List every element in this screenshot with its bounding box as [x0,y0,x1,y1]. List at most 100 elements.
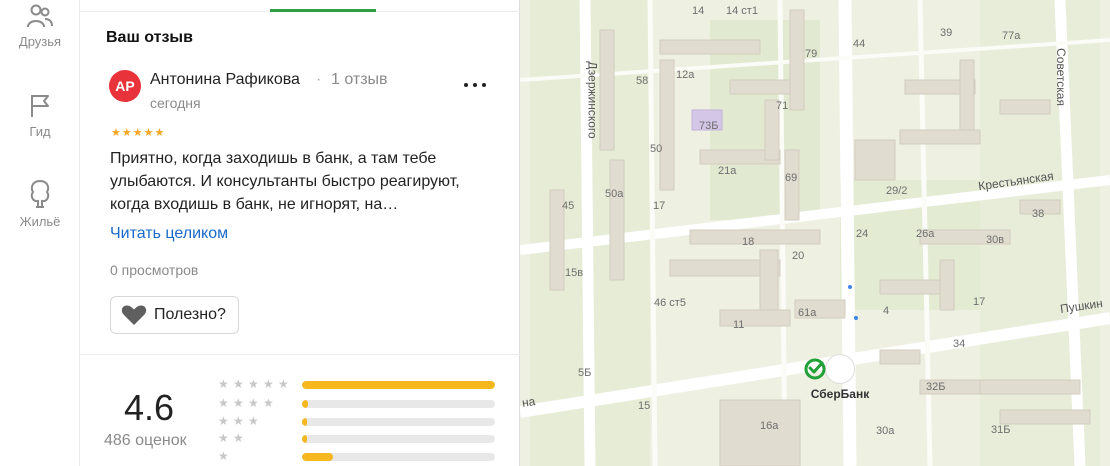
star-icon: ★ [143,127,154,139]
author-review-count: 1 отзыв [331,71,388,88]
useful-label: Полезно? [154,306,226,323]
nav-item-housing[interactable]: Жильё [0,178,80,229]
average-rating: 4.6 [124,387,175,428]
house-number: 79 [805,48,818,60]
house-number: 18 [742,236,755,248]
star-icon: ★ [233,431,244,445]
star-icon: ★ [263,377,274,391]
star-icon: ★ [218,431,229,445]
star-icon: ★ [132,127,143,139]
house-number: 15 [638,400,651,412]
views-count: 0 просмотров [110,262,199,278]
house-number: 58 [636,75,649,87]
sberbank-logo-icon [804,354,855,384]
poi-sberbank[interactable]: СберБанк [800,354,880,401]
house-number: 50а [605,188,624,200]
rating-bar-fill [302,381,495,389]
useful-button[interactable]: Полезно? [110,296,239,334]
house-number: 69 [785,172,798,184]
house-number: 17 [653,200,666,212]
section-title: Ваш отзыв [106,29,193,46]
star-icon: ★ [233,396,244,410]
rating-bar-track [302,400,495,408]
street-label-dzerzhinsky: Дзержинского [585,61,600,139]
street-label-partial: на [521,394,537,410]
left-nav: Друзья Гид Жильё [0,0,80,466]
nav-item-friends[interactable]: Друзья [0,2,80,49]
more-options-button[interactable] [464,78,488,90]
house-number: 32Б [926,381,946,393]
review-star-rating: ★ ★ ★ ★ ★ [111,127,164,139]
nav-label-guide: Гид [29,124,51,139]
rating-bar-stars: ★ ★ ★ ★ [218,396,298,410]
house-number: 30а [876,425,895,437]
review-text: Приятно, когда заходишь в банк, а там те… [110,150,460,213]
rating-bar-fill [302,453,333,461]
house-number: 61а [798,307,817,319]
house-number: 4 [883,305,890,317]
house-number: 44 [853,38,866,50]
house-number: 71 [776,100,789,112]
house-number: 77а [1002,30,1021,42]
house-number: 11 [733,319,745,331]
rating-count: 486 оценок [104,432,187,449]
separator-dot: · [316,71,322,88]
star-icon: ★ [218,377,229,391]
house-number: 45 [562,200,575,212]
dot-icon [482,83,486,87]
star-icon: ★ [248,414,259,428]
read-more-link[interactable]: Читать целиком [110,225,228,243]
house-number: 5Б [578,367,592,379]
reviews-panel: Ваш отзыв АР Антонина Рафикова · 1 отзыв… [80,0,520,466]
star-icon: ★ [278,377,289,391]
house-number: 73Б [699,120,719,132]
house-number: 14 [692,5,705,17]
star-icon: ★ [218,414,229,428]
star-icon: ★ [218,396,229,410]
house-number: 29/2 [886,185,908,197]
rating-bar-stars: ★ ★ ★ ★ ★ [218,377,298,391]
rating-bar-fill [302,418,307,426]
nav-label-housing: Жильё [19,214,61,229]
house-number: 17 [973,296,986,308]
house-number: 31Б [991,424,1011,436]
rating-bar-stars: ★ [218,449,298,463]
rating-bar-stars: ★ ★ ★ [218,414,298,428]
heart-icon [121,305,147,325]
flag-icon [31,95,49,117]
star-icon: ★ [233,377,244,391]
star-icon: ★ [263,396,274,410]
star-icon: ★ [248,396,259,410]
house-number: 15в [565,267,584,279]
rating-bar-fill [302,435,307,443]
house-number: 14 ст1 [726,5,758,17]
house-number: 21а [718,165,737,177]
section-divider [80,354,520,355]
house-plant-icon [30,180,50,208]
house-number: 24 [856,228,869,240]
poi-label: СберБанк [810,387,870,401]
rating-bar-track [302,381,495,389]
author-name[interactable]: Антонина Рафикова [150,71,300,89]
nav-item-guide[interactable]: Гид [0,92,80,139]
avatar[interactable]: АР [109,70,141,102]
dot-icon [464,83,468,87]
street-label-sovetskaya: Советская [1053,48,1068,106]
house-number: 39 [940,27,953,39]
star-icon: ★ [218,449,229,463]
rating-bar-track [302,453,495,461]
star-icon: ★ [233,414,244,428]
house-number: 46 ст5 [654,297,686,309]
house-number: 30в [986,234,1005,246]
star-icon: ★ [121,127,132,139]
rating-bar-fill [302,400,308,408]
map[interactable]: Дзержинского Советская Крестьянская Пушк… [520,0,1110,466]
house-number: 12а [676,69,695,81]
house-number: 20 [792,250,805,262]
rating-bar-track [302,418,495,426]
star-icon: ★ [111,127,121,139]
dot-icon [473,83,477,87]
rating-bar-stars: ★ ★ [218,431,298,445]
house-number: 26а [916,228,935,240]
nav-label-friends: Друзья [18,34,62,49]
